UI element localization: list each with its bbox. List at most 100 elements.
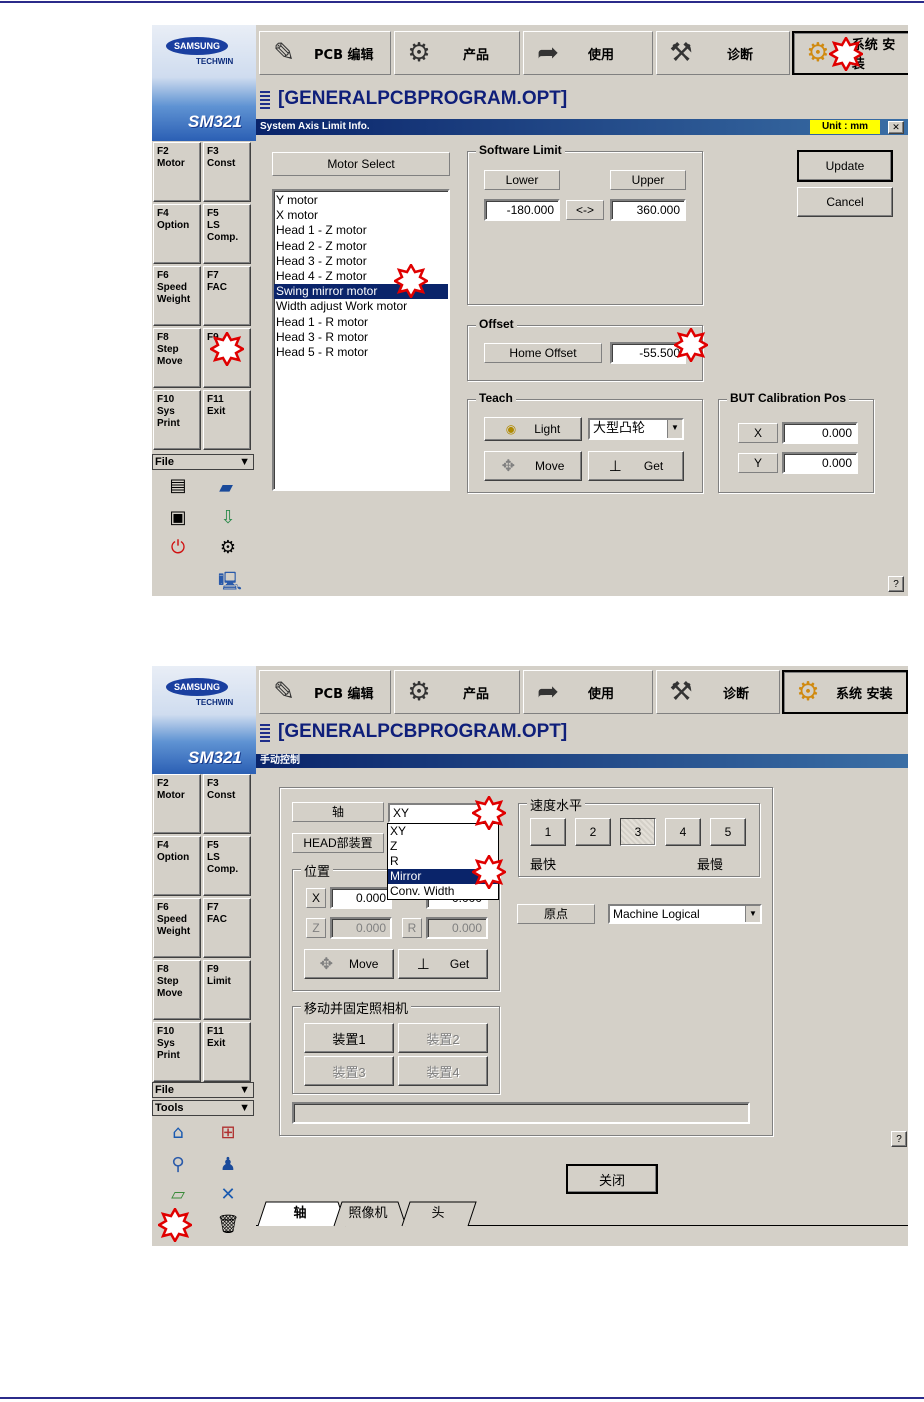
callout-marker-icon — [674, 328, 708, 362]
pos-r-field[interactable]: 0.000 — [426, 917, 488, 939]
dialog-caption: 手动控制 — [256, 754, 908, 768]
motor-list-item[interactable]: Head 2 - Z motor — [274, 239, 448, 254]
toolbar-use[interactable]: ➦ 使用 — [523, 670, 653, 714]
motor-list-item[interactable]: Width adjust Work motor — [274, 299, 448, 314]
save-icon[interactable]: ▣ — [166, 507, 190, 529]
trash-icon[interactable]: 🗑 — [216, 1214, 240, 1236]
function-key[interactable]: F9 Limit — [203, 960, 251, 1020]
pos-z-field[interactable]: 0.000 — [330, 917, 392, 939]
tab-axis[interactable]: 轴 — [264, 1201, 336, 1225]
calib-x-field[interactable]: 0.000 — [782, 422, 858, 444]
tab-head[interactable]: 头 — [406, 1201, 470, 1225]
power-icon[interactable]: ⏻ — [166, 537, 190, 559]
cam-type-combo[interactable]: 大型凸轮 ▼ — [588, 418, 684, 440]
motor-list-item[interactable]: Head 1 - Z motor — [274, 223, 448, 238]
update-button[interactable]: Update — [797, 150, 893, 182]
board-icon[interactable]: ▱ — [166, 1184, 190, 1206]
motor-list-item[interactable]: Head 5 - R motor — [274, 345, 448, 360]
camera-device-3-button[interactable]: 装置3 — [304, 1056, 394, 1086]
user-icon[interactable]: ♟ — [216, 1154, 240, 1176]
axis-option[interactable]: Z — [388, 839, 498, 854]
motor-list-item[interactable]: Head 3 - R motor — [274, 330, 448, 345]
import-icon[interactable]: ⇩ — [216, 507, 240, 529]
function-key[interactable]: F4 Option — [153, 204, 201, 264]
help-button[interactable]: ? — [891, 1131, 907, 1147]
origin-combo[interactable]: Machine Logical ▼ — [608, 904, 762, 924]
motor-list-item[interactable]: Y motor — [274, 193, 448, 208]
fastest-label: 最快 — [530, 857, 557, 872]
document-icon[interactable]: ▤ — [166, 475, 190, 497]
function-key[interactable]: F10 Sys Print — [153, 1022, 201, 1082]
camera-device-2-button[interactable]: 装置2 — [398, 1023, 488, 1053]
speed-level-button[interactable]: 2 — [575, 818, 611, 846]
upper-limit-field[interactable]: 360.000 — [610, 199, 686, 221]
function-key[interactable]: F7 FAC — [203, 266, 251, 326]
tool-icon[interactable]: ⚲ — [166, 1154, 190, 1176]
function-key[interactable]: F11 Exit — [203, 1022, 251, 1082]
function-key[interactable]: F6 Speed Weight — [153, 898, 201, 958]
function-key[interactable]: F5 LS Comp. — [203, 204, 251, 264]
toolbar-product[interactable]: ⚙ 产品 — [394, 670, 520, 714]
toolbar-use[interactable]: ➦ 使用 — [523, 31, 653, 75]
speed-level-button[interactable]: 4 — [665, 818, 701, 846]
function-key[interactable]: F4 Option — [153, 836, 201, 896]
toolbar-diagnose[interactable]: ⚒ 诊断 — [656, 31, 790, 75]
motor-list-item[interactable]: X motor — [274, 208, 448, 223]
axis-icon[interactable]: ✕ — [216, 1184, 240, 1206]
motor-list[interactable]: Y motor X motor Head 1 - Z motor Head 2 - Z… — [272, 189, 450, 491]
callout-marker-icon — [394, 264, 428, 298]
function-key[interactable]: F3 Const — [203, 142, 251, 202]
open-folder-icon[interactable]: ▰ — [214, 477, 238, 499]
function-key[interactable]: F8 Step Move — [153, 960, 201, 1020]
home-offset-label: Home Offset — [484, 343, 602, 363]
function-key[interactable]: F7 FAC — [203, 898, 251, 958]
camera-device-1-button[interactable]: 装置1 — [304, 1023, 394, 1053]
light-button[interactable]: ◉ Light — [484, 417, 582, 441]
dropdown-arrow-icon: ▼ — [239, 1102, 250, 1114]
function-key[interactable]: F2 Motor — [153, 774, 201, 834]
tab-camera[interactable]: 照像机 — [338, 1201, 398, 1225]
toolbar-product[interactable]: ⚙ 产品 — [394, 31, 520, 75]
speed-level-button[interactable]: 1 — [530, 818, 566, 846]
tools-menu[interactable]: Tools ▼ — [152, 1100, 254, 1116]
function-key[interactable]: F6 Speed Weight — [153, 266, 201, 326]
function-key[interactable]: F10 Sys Print — [153, 390, 201, 450]
toolbar-pcb-edit[interactable]: ✎ PCB 编辑 — [259, 670, 391, 714]
cancel-button[interactable]: Cancel — [797, 187, 893, 217]
grid-icon[interactable]: ⊞ — [216, 1122, 240, 1144]
calib-y-field[interactable]: 0.000 — [782, 452, 858, 474]
file-menu[interactable]: File ▼ — [152, 1082, 254, 1098]
file-menu[interactable]: File ▼ — [152, 454, 254, 470]
file-menu-label: File — [155, 1084, 174, 1096]
network-icon[interactable]: 🖳 — [218, 571, 242, 593]
toolbar-label: PCB 编辑 — [314, 47, 374, 63]
close-button[interactable]: 关闭 — [566, 1164, 658, 1194]
toolbar-diagnose[interactable]: ⚒ 诊断 — [656, 670, 780, 714]
callout-marker-icon — [472, 855, 506, 889]
camera-device-4-button[interactable]: 装置4 — [398, 1056, 488, 1086]
lower-limit-field[interactable]: -180.000 — [484, 199, 560, 221]
pos-x-field[interactable]: 0.000 — [330, 887, 392, 909]
function-key[interactable]: F3 Const — [203, 774, 251, 834]
toolbar-system-setup[interactable]: ⚙ 系统 安装 — [782, 670, 908, 714]
get-button[interactable]: ⊥ Get — [398, 949, 488, 979]
motor-list-item[interactable]: Head 1 - R motor — [274, 315, 448, 330]
but-calibration-group: BUT Calibration Pos — [718, 391, 874, 493]
toolbar-pcb-edit[interactable]: ✎ PCB 编辑 — [259, 31, 391, 75]
help-button[interactable]: ? — [888, 576, 904, 592]
toolbar-label: 系统 安装 — [836, 686, 893, 702]
speed-level-button[interactable]: 3 — [620, 818, 656, 846]
function-key[interactable]: F8 Step Move — [153, 328, 201, 388]
function-key[interactable]: F5 LS Comp. — [203, 836, 251, 896]
function-key[interactable]: F2 Motor — [153, 142, 201, 202]
close-dialog-button[interactable]: ✕ — [888, 121, 904, 134]
get-button[interactable]: ⊥ Get — [588, 451, 684, 481]
move-button[interactable]: ✥ Move — [304, 949, 394, 979]
move-cross-icon: ✥ — [501, 458, 516, 475]
function-key[interactable]: F11 Exit — [203, 390, 251, 450]
home-icon[interactable]: ⌂ — [166, 1122, 190, 1144]
move-button[interactable]: ✥ Move — [484, 451, 582, 481]
speed-level-button[interactable]: 5 — [710, 818, 746, 846]
settings-icon[interactable]: ⚙ — [216, 537, 240, 559]
swap-limits-button[interactable]: <-> — [566, 200, 604, 220]
